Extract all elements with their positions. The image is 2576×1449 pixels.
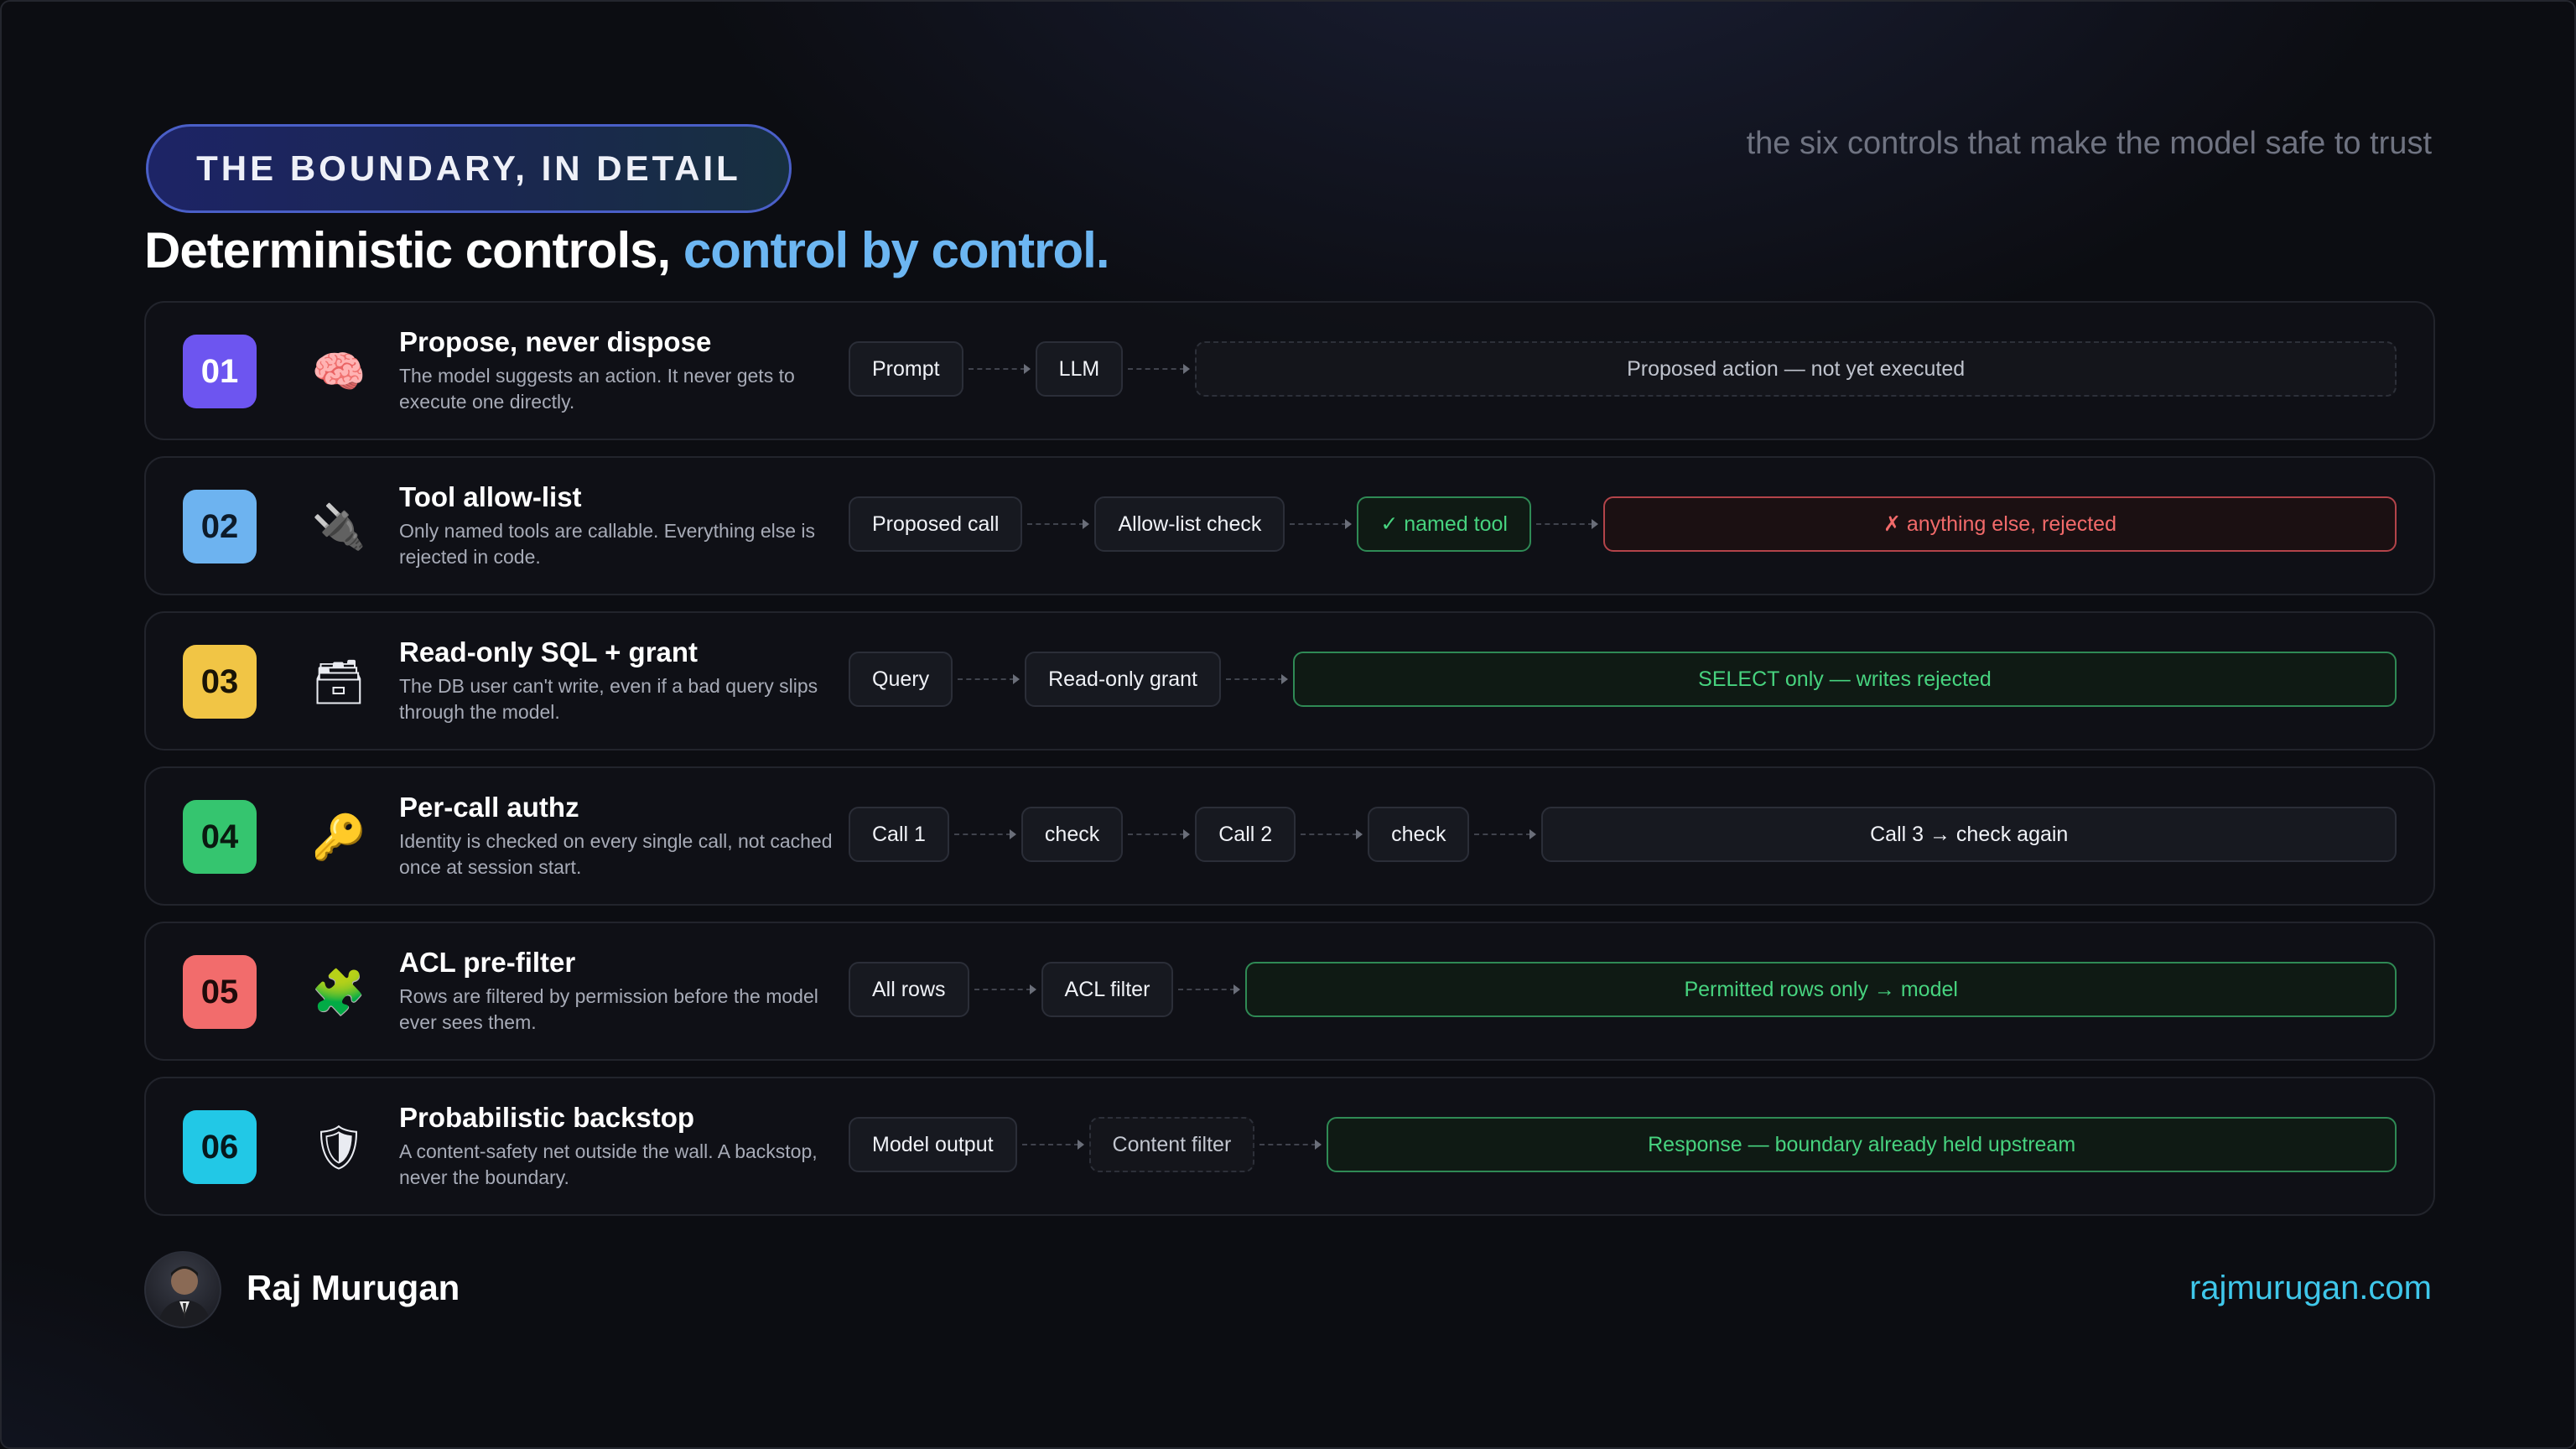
arrow-icon bbox=[953, 652, 1025, 707]
outcome-box: ✗ anything else, rejected bbox=[1602, 496, 2397, 552]
control-title: Read-only SQL + grant bbox=[399, 636, 699, 667]
headline-main: Deterministic controls, bbox=[144, 222, 671, 278]
step-box: LLM bbox=[1035, 341, 1124, 397]
arrow-icon bbox=[969, 962, 1041, 1017]
flow-diagram: Model output Content filter Response — b… bbox=[849, 1117, 2397, 1172]
section-pill-label: THE BOUNDARY, IN DETAIL bbox=[196, 148, 741, 188]
number-badge: 04 bbox=[183, 800, 257, 874]
step-box: Read-only grant bbox=[1025, 652, 1221, 707]
tagline: the six controls that make the model saf… bbox=[1746, 126, 2432, 161]
flow-diagram: All rows ACL filter Permitted rows only … bbox=[849, 962, 2397, 1017]
author-name: Raj Murugan bbox=[247, 1268, 460, 1307]
controls-list: 01 🧠 Propose, never dispose The model su… bbox=[144, 301, 2435, 1232]
number-badge: 06 bbox=[183, 1110, 257, 1184]
control-row-06: 06 🛡 Probabilistic backstop A content-sa… bbox=[144, 1077, 2435, 1216]
step-box: Prompt bbox=[849, 341, 963, 397]
number-badge: 03 bbox=[183, 645, 257, 719]
control-title: Tool allow-list bbox=[399, 481, 582, 512]
puzzle-piece-icon: 🧩 bbox=[311, 967, 366, 1018]
arrow-icon bbox=[963, 341, 1036, 397]
flow-diagram: Call 1 check Call 2 check Call 3 → check… bbox=[849, 807, 2397, 862]
control-description: Identity is checked on every single call… bbox=[399, 830, 833, 878]
arrow-icon bbox=[1022, 496, 1094, 552]
arrow-icon bbox=[1285, 496, 1357, 552]
flow-diagram: Proposed call Allow-list check ✓ named t… bbox=[849, 496, 2397, 552]
headline-accent: control by control. bbox=[683, 222, 1110, 278]
person-icon bbox=[158, 1266, 211, 1327]
control-description: A content-safety net outside the wall. A… bbox=[399, 1140, 818, 1188]
outcome-box: Response — boundary already held upstrea… bbox=[1327, 1117, 2397, 1172]
arrow-icon bbox=[1123, 807, 1195, 862]
key-icon: 🔑 bbox=[311, 812, 366, 863]
control-description: The model suggests an action. It never g… bbox=[399, 365, 795, 413]
arrow-icon bbox=[1254, 1117, 1327, 1172]
outcome-box: Permitted rows only → model bbox=[1245, 962, 2397, 1017]
brain-icon: 🧠 bbox=[311, 346, 366, 397]
number-badge: 02 bbox=[183, 490, 257, 564]
control-row-01: 01 🧠 Propose, never dispose The model su… bbox=[144, 301, 2435, 440]
step-box: Call 1 bbox=[849, 807, 949, 862]
control-row-04: 04 🔑 Per-call authz Identity is checked … bbox=[144, 766, 2435, 906]
flow-diagram: Query Read-only grant SELECT only — writ… bbox=[849, 652, 2397, 707]
control-description: Only named tools are callable. Everythin… bbox=[399, 520, 816, 568]
shield-icon: 🛡 bbox=[310, 1122, 366, 1173]
control-title: Per-call authz bbox=[399, 792, 579, 823]
number-badge: 01 bbox=[183, 335, 257, 408]
allowed-box: ✓ named tool bbox=[1357, 496, 1531, 552]
plug-icon: 🔌 bbox=[311, 501, 366, 553]
step-box: check bbox=[1021, 807, 1124, 862]
control-title: Probabilistic backstop bbox=[399, 1102, 695, 1133]
arrow-icon bbox=[1221, 652, 1293, 707]
arrow-icon bbox=[949, 807, 1021, 862]
flow-diagram: Prompt LLM Proposed action — not yet exe… bbox=[849, 341, 2397, 397]
arrow-icon bbox=[1017, 1117, 1089, 1172]
step-box: ACL filter bbox=[1041, 962, 1174, 1017]
slide-frame: THE BOUNDARY, IN DETAIL the six controls… bbox=[0, 0, 2576, 1449]
control-description: The DB user can't write, even if a bad q… bbox=[399, 675, 818, 723]
step-box: All rows bbox=[849, 962, 969, 1017]
section-pill: THE BOUNDARY, IN DETAIL bbox=[146, 124, 792, 213]
step-box: check bbox=[1368, 807, 1470, 862]
step-box: Call 2 bbox=[1195, 807, 1296, 862]
arrow-icon bbox=[1173, 962, 1245, 1017]
control-row-05: 05 🧩 ACL pre-filter Rows are filtered by… bbox=[144, 922, 2435, 1061]
control-title: Propose, never dispose bbox=[399, 326, 712, 357]
outcome-box: Proposed action — not yet executed bbox=[1195, 341, 2397, 397]
site-link[interactable]: rajmurugan.com bbox=[2189, 1270, 2432, 1307]
page-title: Deterministic controls, control by contr… bbox=[144, 221, 1109, 279]
control-row-03: 03 🗃 Read-only SQL + grant The DB user c… bbox=[144, 611, 2435, 750]
card-file-box-icon: 🗃 bbox=[310, 657, 366, 708]
arrow-icon bbox=[1469, 807, 1541, 862]
outcome-box: Call 3 → check again bbox=[1541, 807, 2397, 862]
outcome-box: SELECT only — writes rejected bbox=[1292, 652, 2397, 707]
step-box: Model output bbox=[849, 1117, 1017, 1172]
control-row-02: 02 🔌 Tool allow-list Only named tools ar… bbox=[144, 456, 2435, 595]
arrow-icon bbox=[1296, 807, 1368, 862]
number-badge: 05 bbox=[183, 955, 257, 1029]
control-title: ACL pre-filter bbox=[399, 947, 576, 978]
step-box: Proposed call bbox=[849, 496, 1023, 552]
avatar bbox=[144, 1251, 221, 1328]
control-description: Rows are filtered by permission before t… bbox=[399, 985, 818, 1033]
arrow-icon bbox=[1531, 496, 1603, 552]
step-box: Content filter bbox=[1088, 1117, 1255, 1172]
step-box: Allow-list check bbox=[1094, 496, 1285, 552]
arrow-icon bbox=[1123, 341, 1195, 397]
step-box: Query bbox=[849, 652, 953, 707]
